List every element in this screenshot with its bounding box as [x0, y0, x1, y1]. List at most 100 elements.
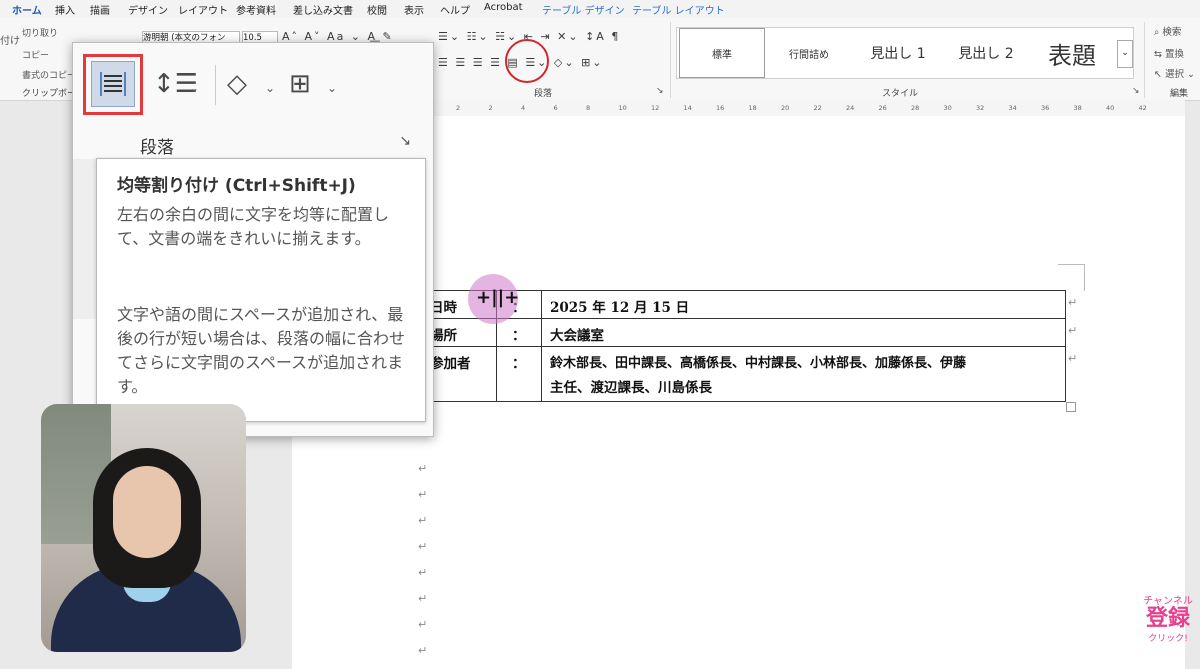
table-border	[424, 401, 1066, 402]
chevron-down-icon[interactable]: ⌄	[327, 81, 337, 95]
tab-table-layout[interactable]: テーブル レイアウト	[632, 2, 725, 17]
select-button[interactable]: ↖ 選択 ⌄	[1154, 66, 1195, 80]
table-resize-handle[interactable]	[1066, 402, 1076, 412]
ruler-tick-label: 12	[651, 104, 660, 112]
tab-table-design[interactable]: テーブル デザイン	[542, 2, 625, 17]
tooltip-description: 左右の余白の間に文字を均等に配置して、文書の端をきれいに揃えます。	[117, 205, 390, 248]
style-normal[interactable]: 標準	[679, 28, 765, 78]
ruler-tick-label: 18	[748, 104, 757, 112]
tab-layout[interactable]: レイアウト	[178, 2, 228, 17]
ruler-tick-label: 28	[911, 104, 920, 112]
margin-corner-mark	[1058, 264, 1085, 291]
ruler-tick-label: 20	[781, 104, 790, 112]
tooltip-details: 文字や語の間にスペースが追加され、最後の行が短い場合は、段落の幅に合わせてさらに…	[117, 305, 406, 396]
style-no-spacing[interactable]: 行間詰め	[769, 28, 849, 78]
editing-group-label: 編集	[1170, 89, 1189, 99]
ruler-tick-label: 24	[846, 104, 855, 112]
table-value-line2: 主任、渡辺課長、川島係長	[550, 380, 712, 396]
ruler-tick-label: 30	[943, 104, 952, 112]
tab-mailings[interactable]: 差し込み文書	[293, 2, 353, 17]
table-border	[541, 290, 542, 402]
subscribe-badge[interactable]: チャンネル 登録 クリック!	[1136, 592, 1200, 652]
table-colon: ：	[512, 328, 526, 344]
paste-button[interactable]: 付け	[0, 32, 20, 47]
chevron-down-icon[interactable]: ⌄	[265, 81, 275, 95]
paragraph-mark: ↵	[418, 514, 428, 527]
ruler-tick-label: 6	[553, 104, 558, 112]
paragraph-mark: ↵	[418, 618, 428, 631]
ruler-tick-label: 2	[488, 104, 493, 112]
annotation-red-box	[83, 54, 143, 115]
table-row: 場所	[430, 324, 457, 344]
tab-view[interactable]: 表示	[404, 2, 424, 17]
ruler-tick-label: 14	[683, 104, 692, 112]
paragraph-mark: ↵	[418, 592, 428, 605]
paragraph-group-label: 段落	[534, 89, 553, 99]
tab-help[interactable]: ヘルプ	[440, 2, 470, 17]
paragraph-launcher-icon[interactable]: ↘	[656, 86, 664, 96]
paragraph-mark: ↵	[1068, 324, 1078, 337]
presenter-face	[113, 466, 181, 558]
ruler-tick-label: 4	[521, 104, 526, 112]
tooltip: 均等割り付け (Ctrl+Shift+J) 左右の余白の間に文字を均等に配置して…	[96, 158, 426, 422]
subscribe-main-text: 登録	[1145, 606, 1190, 631]
ribbon-separator	[1144, 22, 1145, 98]
table-value: 鈴木部長、田中課長、高橋係長、中村課長、小林部長、加藤係長、伊藤	[550, 356, 967, 371]
document-table[interactable]: 日時 ： 2025 年 12 月 15 日 場所 ： 大会議室 参加者 ： 鈴木…	[424, 290, 1066, 402]
shading-icon[interactable]: ◇	[227, 69, 247, 99]
borders-icon[interactable]: ⊞	[289, 69, 311, 99]
tab-draw[interactable]: 描画	[90, 2, 110, 17]
annotation-red-circle	[505, 39, 549, 83]
ruler-tick-label: 22	[813, 104, 822, 112]
style-heading1[interactable]: 見出し 1	[853, 28, 943, 78]
styles-group-label: スタイル	[882, 89, 919, 99]
paragraph-mark: ↵	[1068, 352, 1078, 365]
divider	[215, 65, 216, 105]
table-border	[424, 290, 1066, 291]
style-title[interactable]: 表題	[1029, 28, 1115, 78]
paragraph-mark: ↵	[418, 540, 428, 553]
tab-insert[interactable]: 挿入	[55, 2, 75, 17]
search-button[interactable]: ⌕ 検索	[1154, 24, 1181, 38]
cut-button[interactable]: 切り取り	[22, 26, 58, 39]
dialog-launcher-icon[interactable]: ↘	[399, 133, 411, 149]
ribbon-tab-bar: ホーム 挿入 描画 デザイン レイアウト 参考資料 差し込み文書 校閲 表示 ヘ…	[0, 0, 1200, 20]
row-label: 日時	[430, 300, 457, 316]
ribbon-separator	[670, 22, 671, 98]
ruler-tick-label: 8	[586, 104, 591, 112]
row-label: 参加者	[430, 356, 471, 372]
tab-review[interactable]: 校閲	[367, 2, 387, 17]
paragraph-group-label-zoomed: 段落	[140, 138, 174, 158]
tab-references[interactable]: 参考資料	[236, 2, 276, 17]
ruler-tick-label: 40	[1106, 104, 1115, 112]
copy-button[interactable]: コピー	[22, 48, 49, 61]
ruler-tick-label: 42	[1138, 104, 1147, 112]
ruler-tick-label: 32	[976, 104, 985, 112]
ruler-tick-label: 26	[878, 104, 887, 112]
ruler-tick-label: 38	[1073, 104, 1082, 112]
row-label: 場所	[430, 328, 457, 344]
paragraph-mark: ↵	[1068, 296, 1078, 309]
paragraph-mark: ↵	[418, 644, 428, 657]
style-heading2[interactable]: 見出し 2	[943, 28, 1029, 78]
table-border	[1065, 290, 1066, 402]
table-colon: ：	[512, 356, 526, 372]
ruler-tick-label: 36	[1041, 104, 1050, 112]
styles-launcher-icon[interactable]: ↘	[1132, 86, 1140, 96]
tab-design[interactable]: デザイン	[128, 2, 168, 17]
style-gallery: 標準 行間詰め 見出し 1 見出し 2 表題 ⌄	[676, 27, 1134, 79]
ruler-tick-label: 10	[618, 104, 627, 112]
paragraph-mark: ↵	[418, 462, 428, 475]
style-gallery-more-icon[interactable]: ⌄	[1117, 40, 1133, 68]
chevron-down-icon[interactable]: ⌄	[189, 81, 199, 95]
table-value: 大会議室	[550, 328, 604, 344]
format-painter-button[interactable]: 書式のコピー	[22, 68, 76, 81]
search-label: 検索	[1162, 27, 1182, 38]
table-border	[424, 346, 1066, 347]
replace-button[interactable]: ⇆ 置換	[1154, 46, 1184, 60]
table-row: 日時	[430, 296, 457, 316]
column-resize-cursor-icon: +||+	[476, 287, 520, 308]
table-border	[424, 318, 1066, 319]
webcam-overlay	[41, 404, 246, 652]
tab-acrobat[interactable]: Acrobat	[484, 2, 523, 13]
